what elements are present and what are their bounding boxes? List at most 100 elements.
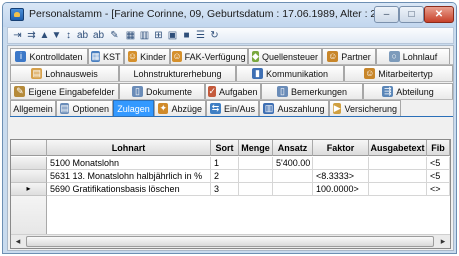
tab-kommunikation[interactable]: ▮ Kommunikation xyxy=(236,65,344,81)
cell-ausgabetext[interactable] xyxy=(369,157,427,170)
title-bar[interactable]: Personalstamm - [Farine Corinne, 09, Geb… xyxy=(3,3,456,27)
column-header-ausgabetext[interactable]: Ausgabetext xyxy=(369,140,427,156)
tab-kinder[interactable]: ☺ Kinder xyxy=(124,48,170,64)
list-icon[interactable]: ☰ xyxy=(194,29,207,42)
tab-dokumente[interactable]: ▯ Dokumente xyxy=(119,83,205,99)
cell-ansatz[interactable]: 5'400.00 xyxy=(273,157,313,170)
spellcheck-icon[interactable]: ab xyxy=(76,29,89,42)
tab-optionen[interactable]: ▤ Optionen xyxy=(56,100,113,116)
refresh-icon[interactable]: ↻ xyxy=(208,29,221,42)
column-header-fib[interactable]: Fib xyxy=(427,140,450,156)
tab-kst[interactable]: ▦ KST xyxy=(88,48,124,64)
cell-sort[interactable]: 3 xyxy=(211,183,239,196)
tab-eigene-eingabefelder[interactable]: ✎ Eigene Eingabefelder xyxy=(10,83,119,99)
tab-lohnstrukturerhebung[interactable]: Lohnstrukturerhebung xyxy=(119,65,236,81)
tab-label: Abteilung xyxy=(396,86,434,97)
cell-menge[interactable] xyxy=(239,170,273,183)
tab-content-border xyxy=(10,116,453,117)
row-indicator[interactable] xyxy=(11,157,47,170)
cell-faktor[interactable]: <8.3333> xyxy=(313,170,369,183)
zulagen-grid: Lohnart Sort Menge Ansatz Faktor Ausgabetext F… xyxy=(10,139,451,249)
cell-fib[interactable]: <> xyxy=(427,183,450,196)
table-row[interactable]: 5100 Monatslohn 1 5'400.00 <5 xyxy=(11,157,450,170)
tree-icon[interactable]: ⊞ xyxy=(152,29,165,42)
cell-ansatz[interactable] xyxy=(273,183,313,196)
tab-label: Lohnlauf xyxy=(402,51,438,62)
sort-icon[interactable]: ↕ xyxy=(62,29,75,42)
grid-header: Lohnart Sort Menge Ansatz Faktor Ausgabetext F… xyxy=(11,140,450,156)
tab-bemerkungen[interactable]: ▯ Bemerkungen xyxy=(261,83,363,99)
cell-menge[interactable] xyxy=(239,183,273,196)
column-header-sort[interactable]: Sort xyxy=(211,140,239,156)
tab-row-2: ▤ Lohnausweis Lohnstrukturerhebung ▮ Kommuni… xyxy=(10,65,453,81)
table-row[interactable]: 5631 13. Monatslohn halbjährlich in % 2 <8… xyxy=(11,170,450,183)
spellcheck-all-icon[interactable]: ab xyxy=(92,29,105,42)
scroll-right-button[interactable]: ▸ xyxy=(436,235,450,248)
tab-label: Dokumente xyxy=(145,86,193,97)
tab-quellensteuer[interactable]: ◆ Quellensteuer xyxy=(248,48,322,64)
fak-icon: ☺ xyxy=(172,51,182,62)
copy-record-icon[interactable]: ⇉ xyxy=(25,29,38,42)
cell-ansatz[interactable] xyxy=(273,170,313,183)
cell-ausgabetext[interactable] xyxy=(369,170,427,183)
tab-aufgaben[interactable]: ✓ Aufgaben xyxy=(205,83,261,99)
columns-icon[interactable]: ▦ xyxy=(124,29,137,42)
tab-auszahlung[interactable]: ▥ Auszahlung xyxy=(259,100,329,116)
row-indicator[interactable] xyxy=(11,170,47,183)
scroll-thumb[interactable] xyxy=(26,236,434,247)
tab-partner[interactable]: ☺ Partner xyxy=(322,48,376,64)
tab-ein-aus[interactable]: ⇆ Ein/Aus xyxy=(206,100,259,116)
cell-sort[interactable]: 2 xyxy=(211,170,239,183)
tab-kontrolldaten[interactable]: i Kontrolldaten xyxy=(10,48,88,64)
tab-lohnlauf[interactable]: ○ Lohnlauf xyxy=(376,48,450,64)
row-indicator[interactable]: ▸ xyxy=(11,183,47,196)
minimize-button[interactable]: – xyxy=(374,6,399,23)
cell-faktor[interactable] xyxy=(313,157,369,170)
cell-sort[interactable]: 1 xyxy=(211,157,239,170)
column-header-menge[interactable]: Menge xyxy=(239,140,273,156)
close-button[interactable]: ✕ xyxy=(424,6,454,23)
scroll-left-button[interactable]: ◂ xyxy=(11,235,25,248)
notes-icon: ▯ xyxy=(276,86,288,97)
tab-abzüge[interactable]: ✦ Abzüge xyxy=(154,100,206,116)
cell-lohnart[interactable]: 5100 Monatslohn xyxy=(47,157,211,170)
tab-allgemein[interactable]: Allgemein xyxy=(10,100,56,116)
cell-fib[interactable]: <5 xyxy=(427,157,450,170)
cell-fib[interactable]: <5 xyxy=(427,170,450,183)
cell-menge[interactable] xyxy=(239,157,273,170)
communication-icon: ▮ xyxy=(251,68,263,79)
tab-label: KST xyxy=(103,51,121,62)
insurance-icon: ▶ xyxy=(333,103,342,114)
cell-ausgabetext[interactable] xyxy=(369,183,427,196)
tab-mitarbeitertyp[interactable]: ☺ Mitarbeitertyp xyxy=(344,65,453,81)
maximize-button[interactable]: □ xyxy=(399,6,424,23)
column-header-faktor[interactable]: Faktor xyxy=(313,140,369,156)
salary-certificate-icon: ▤ xyxy=(31,68,43,79)
row-indicator-column xyxy=(11,196,47,235)
cell-faktor[interactable]: 100.0000> xyxy=(313,183,369,196)
tab-row-3: ✎ Eigene Eingabefelder ▯ Dokumente ✓ Aufgaben… xyxy=(10,83,453,99)
tab-abteilung[interactable]: ⇶ Abteilung xyxy=(363,83,453,99)
column-header-lohnart[interactable]: Lohnart xyxy=(47,140,211,156)
tab-label: Eigene Eingabefelder xyxy=(28,86,115,97)
card-icon[interactable]: ▣ xyxy=(166,29,179,42)
employee-type-icon: ☺ xyxy=(364,68,376,79)
tab-versicherung[interactable]: ▶ Versicherung xyxy=(329,100,401,116)
tab-zulagen[interactable]: Zulagen xyxy=(113,100,154,116)
columns-alt-icon[interactable]: ▥ xyxy=(138,29,151,42)
column-header-ansatz[interactable]: Ansatz xyxy=(273,140,313,156)
tab-label: Partner xyxy=(341,51,371,62)
cell-lohnart[interactable]: 5690 Gratifikationsbasis löschen xyxy=(47,183,211,196)
window-title: Personalstamm - [Farine Corinne, 09, Geb… xyxy=(29,8,386,20)
tab-label: Mitarbeitertyp xyxy=(378,68,433,79)
save-icon[interactable]: ■ xyxy=(180,29,193,42)
tab-label: Versicherung xyxy=(344,103,397,114)
edit-icon[interactable]: ✎ xyxy=(108,29,121,42)
new-record-icon[interactable]: ⇥ xyxy=(11,29,24,42)
cell-lohnart[interactable]: 5631 13. Monatslohn halbjährlich in % xyxy=(47,170,211,183)
tab-label: Kommunikation xyxy=(265,68,329,79)
horizontal-scrollbar[interactable]: ◂ ▸ xyxy=(11,234,450,248)
table-row[interactable]: ▸ 5690 Gratifikationsbasis löschen 3 100.00… xyxy=(11,183,450,196)
tab-lohnausweis[interactable]: ▤ Lohnausweis xyxy=(10,65,119,81)
tab-fak-verfügung[interactable]: ☺ FAK-Verfügung xyxy=(170,48,248,64)
